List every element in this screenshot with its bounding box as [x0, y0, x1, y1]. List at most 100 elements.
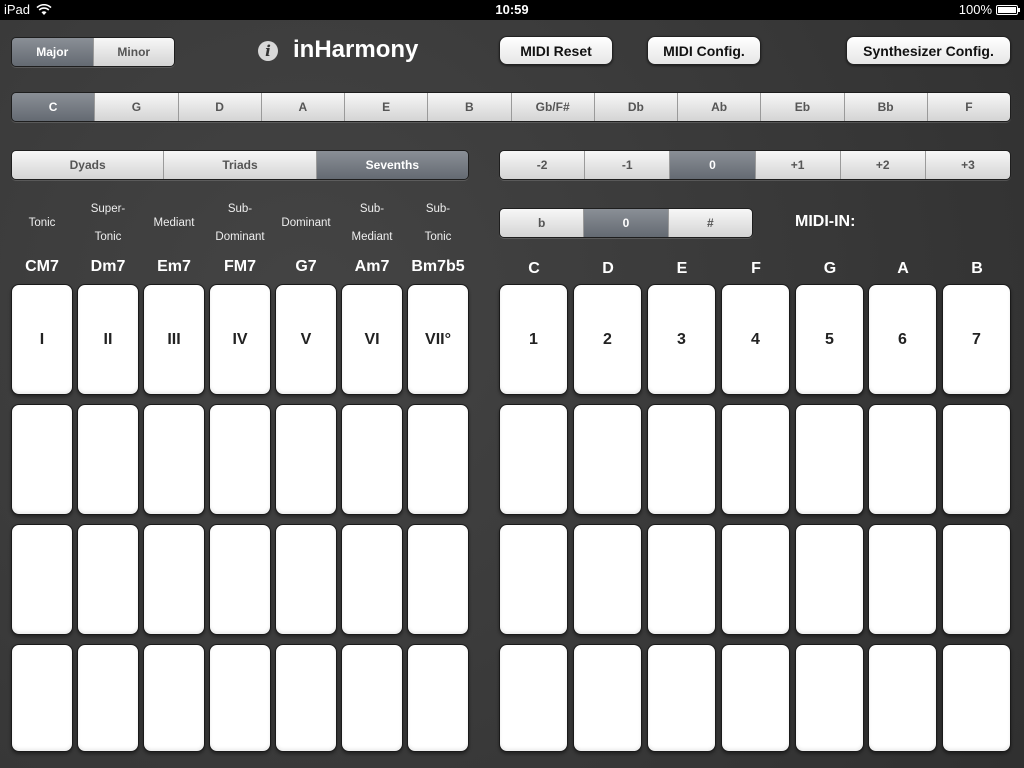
mode-option[interactable]: Minor [93, 38, 174, 66]
chord-degree-pad[interactable]: V [275, 284, 337, 395]
key-option[interactable]: A [261, 93, 345, 121]
chord-type-option[interactable]: Dyads [12, 151, 165, 179]
note-number-pad[interactable]: 4 [721, 284, 790, 395]
chord-type-selector: Dyads Triads Sevenths [11, 150, 469, 180]
note-pad[interactable] [573, 524, 642, 635]
chord-pad[interactable] [143, 404, 205, 515]
transpose-option[interactable]: -2 [500, 151, 586, 179]
key-option[interactable]: Eb [761, 93, 845, 121]
function-label-line: Sub- [359, 203, 385, 215]
note-pad[interactable] [942, 404, 1011, 515]
chord-pad[interactable] [407, 644, 469, 752]
chord-pad[interactable] [143, 524, 205, 635]
note-pad[interactable] [499, 524, 568, 635]
midi-reset-button[interactable]: MIDI Reset [499, 36, 613, 65]
chord-degree-pad[interactable]: IV [209, 284, 271, 395]
key-option[interactable]: E [345, 93, 429, 121]
midi-config-button[interactable]: MIDI Config. [647, 36, 761, 65]
function-label: Tonic [11, 208, 73, 238]
chord-degree-pad[interactable]: I [11, 284, 73, 395]
note-pad[interactable] [868, 524, 937, 635]
chord-pad[interactable] [209, 404, 271, 515]
chord-pad[interactable] [77, 524, 139, 635]
key-option[interactable]: B [428, 93, 512, 121]
chord-pad[interactable] [11, 644, 73, 752]
function-label: Sub- Tonic [407, 203, 469, 243]
note-pad[interactable] [721, 524, 790, 635]
chord-pad[interactable] [341, 524, 403, 635]
chord-type-option[interactable]: Sevenths [316, 151, 468, 179]
note-number-pad[interactable]: 3 [647, 284, 716, 395]
key-option[interactable]: Ab [678, 93, 762, 121]
chord-pad[interactable] [341, 404, 403, 515]
synthesizer-config-button[interactable]: Synthesizer Config. [846, 36, 1011, 65]
chord-label: CM7 [25, 258, 59, 275]
chord-pad[interactable] [11, 404, 73, 515]
note-pad[interactable] [647, 404, 716, 515]
note-number-pad[interactable]: 6 [868, 284, 937, 395]
note-pad[interactable] [795, 404, 864, 515]
note-pad[interactable] [942, 644, 1011, 752]
key-option[interactable]: F [927, 93, 1010, 121]
key-option[interactable]: Bb [844, 93, 928, 121]
transpose-option[interactable]: +1 [755, 151, 841, 179]
chord-type-option[interactable]: Triads [164, 151, 317, 179]
note-pad[interactable] [942, 524, 1011, 635]
chord-pad[interactable] [341, 644, 403, 752]
chord-degree-pad[interactable]: III [143, 284, 205, 395]
chord-pad[interactable] [143, 644, 205, 752]
key-option[interactable]: Gb/F# [511, 93, 595, 121]
key-option[interactable]: D [178, 93, 262, 121]
chord-pad[interactable] [275, 524, 337, 635]
note-pad[interactable] [721, 404, 790, 515]
key-option[interactable]: G [95, 93, 179, 121]
note-pad[interactable] [868, 404, 937, 515]
accidental-option[interactable]: 0 [584, 209, 669, 237]
chord-pad[interactable] [11, 524, 73, 635]
function-label: Dominant [275, 208, 337, 238]
note-pad[interactable] [868, 644, 937, 752]
transpose-option[interactable]: +3 [925, 151, 1010, 179]
note-pad[interactable] [795, 524, 864, 635]
note-pad[interactable] [721, 644, 790, 752]
note-pad[interactable] [647, 524, 716, 635]
chord-pad[interactable] [77, 644, 139, 752]
key-option[interactable]: Db [594, 93, 678, 121]
function-label-line: Super- [90, 203, 126, 215]
transpose-option[interactable]: -1 [585, 151, 671, 179]
note-pad[interactable] [647, 644, 716, 752]
chord-degree-pad[interactable]: VI [341, 284, 403, 395]
chord-pad[interactable] [407, 404, 469, 515]
key-option[interactable]: C [12, 93, 96, 121]
chord-label: FM7 [224, 258, 256, 275]
info-icon[interactable]: i [258, 41, 278, 61]
chord-pad[interactable] [77, 404, 139, 515]
chord-pad[interactable] [407, 524, 469, 635]
chord-pad[interactable] [209, 524, 271, 635]
note-label: G [823, 260, 837, 277]
note-pad[interactable] [573, 404, 642, 515]
transpose-option[interactable]: 0 [670, 151, 756, 179]
transpose-option[interactable]: +2 [840, 151, 926, 179]
note-pad[interactable] [795, 644, 864, 752]
note-pad[interactable] [499, 644, 568, 752]
mode-option[interactable]: Major [12, 38, 94, 66]
note-pad[interactable] [499, 404, 568, 515]
note-number-pad[interactable]: 7 [942, 284, 1011, 395]
note-label: D [602, 260, 614, 277]
chord-pad[interactable] [209, 644, 271, 752]
note-number-pad[interactable]: 2 [573, 284, 642, 395]
note-number-pad[interactable]: 1 [499, 284, 568, 395]
key-selector: C G D A E B Gb/F# Db Ab Eb Bb F [11, 92, 1011, 122]
chord-degree-pad[interactable]: II [77, 284, 139, 395]
chord-pad[interactable] [275, 644, 337, 752]
function-label-line: Tonic [94, 231, 122, 243]
chord-pad[interactable] [275, 404, 337, 515]
accidental-option[interactable]: b [500, 209, 585, 237]
accidental-option[interactable]: # [668, 209, 752, 237]
chord-label: Em7 [157, 258, 191, 275]
note-pad[interactable] [573, 644, 642, 752]
chord-degree-pad[interactable]: VII° [407, 284, 469, 395]
note-label: A [897, 260, 909, 277]
note-number-pad[interactable]: 5 [795, 284, 864, 395]
